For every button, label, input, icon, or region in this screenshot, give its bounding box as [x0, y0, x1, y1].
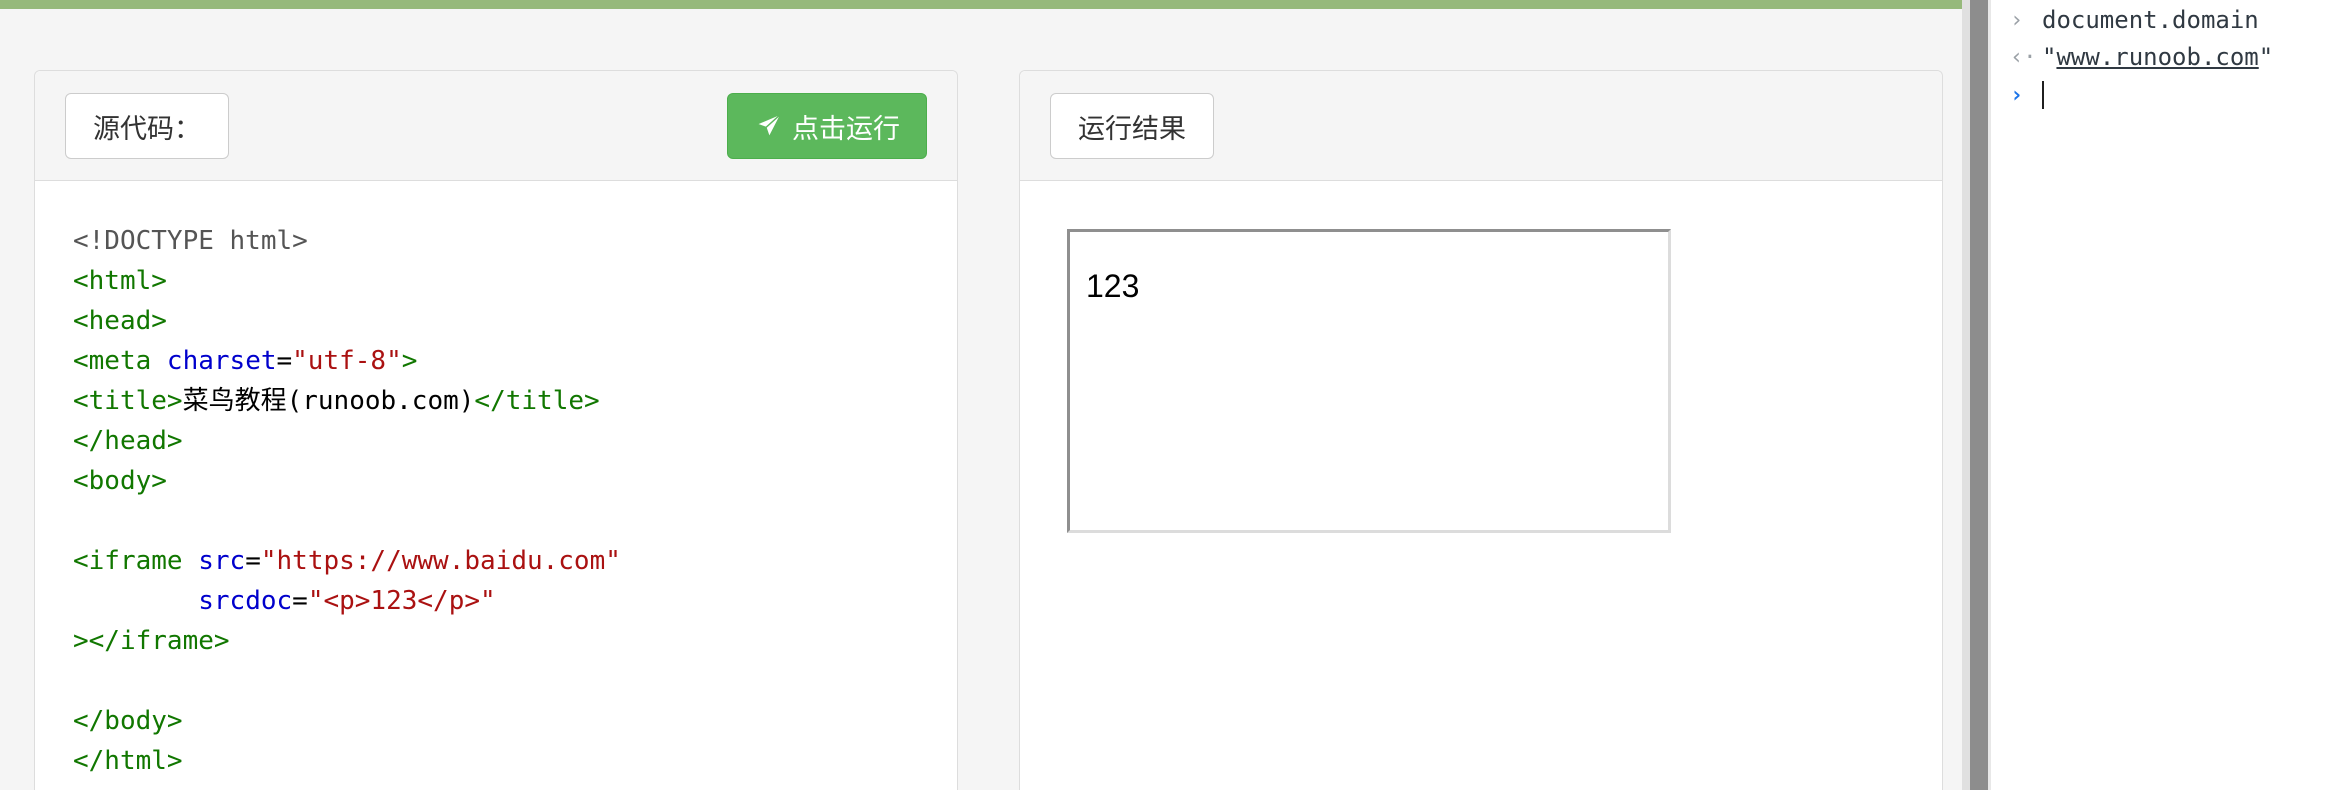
result-panel: 运行结果 123 [1019, 70, 1943, 790]
code-token: <html> [73, 266, 167, 296]
code-token: "<p>123</p>" [307, 586, 496, 616]
console-output: "www.runoob.com" [2042, 43, 2274, 71]
console-output-link[interactable]: www.runoob.com [2056, 43, 2258, 71]
console-command: document.domain [2042, 6, 2259, 34]
code-token: 菜鸟教程(runoob.com) [182, 386, 475, 416]
code-line: <html> [73, 261, 621, 301]
source-code-label: 源代码： [65, 93, 229, 159]
code-line: <title>菜鸟教程(runoob.com)</title> [73, 381, 621, 421]
result-label: 运行结果 [1050, 93, 1214, 159]
code-token: <title> [73, 386, 183, 416]
code-token: > [401, 346, 418, 376]
result-iframe[interactable]: 123 [1067, 229, 1671, 533]
console-caret [2042, 81, 2044, 109]
code-line: <!DOCTYPE html> [73, 221, 621, 261]
code-token: src [198, 546, 246, 576]
devtools-console [1988, 0, 2350, 790]
devtools-resize-handle[interactable] [1970, 0, 1988, 790]
source-code-editor[interactable]: <!DOCTYPE html> <html> <head> <meta charset… [73, 221, 621, 781]
code-token: <iframe [73, 546, 199, 576]
code-line: <iframe src="https://www.baidu.com" [73, 541, 621, 581]
devtools-divider [1988, 0, 1991, 790]
code-line: </body> [73, 701, 621, 741]
chevron-right-icon: › [2010, 7, 2024, 33]
return-arrow-icon: ‹· [2010, 44, 2037, 70]
code-token: <head> [73, 306, 167, 336]
code-token: = [276, 346, 293, 376]
code-token: srcdoc [198, 586, 293, 616]
code-token: </html> [73, 746, 183, 776]
code-token: </title> [474, 386, 600, 416]
code-token: </body> [73, 706, 183, 736]
code-token: <meta [73, 346, 167, 376]
console-prompt-line[interactable]: › [2010, 77, 2044, 113]
code-token: = [292, 586, 308, 616]
prompt-chevron-icon: › [2010, 82, 2024, 108]
source-code-panel: 源代码： 点击运行 <!DOCTYPE html> <html> <head> <me… [34, 70, 958, 790]
code-line: <meta charset="utf-8"> [73, 341, 621, 381]
code-token: </head> [73, 426, 183, 456]
result-panel-header: 运行结果 [1020, 71, 1942, 181]
code-token: "utf-8" [292, 346, 402, 376]
code-token: "https://www.baidu.com" [260, 546, 621, 576]
top-accent-bar [0, 0, 1962, 9]
code-token: <!DOCTYPE html> [73, 226, 308, 256]
code-line: ></iframe> [73, 621, 621, 661]
code-line: </html> [73, 741, 621, 781]
iframe-paragraph: 123 [1086, 268, 1140, 304]
console-input-line: › document.domain [2010, 2, 2259, 38]
code-line: </head> [73, 421, 621, 461]
code-line: <head> [73, 301, 621, 341]
code-token: charset [166, 346, 277, 376]
pane-splitter[interactable] [1962, 0, 1970, 790]
code-token: = [245, 546, 261, 576]
paper-plane-icon [755, 112, 783, 138]
source-panel-header: 源代码： 点击运行 [35, 71, 957, 181]
code-line: srcdoc="<p>123</p>" [73, 581, 621, 621]
code-token: ></iframe> [73, 626, 230, 656]
console-output-line: ‹· "www.runoob.com" [2010, 39, 2273, 75]
run-button-label: 点击运行 [792, 113, 900, 145]
code-token: <body> [73, 466, 167, 496]
code-line: <body> [73, 461, 621, 501]
run-button[interactable]: 点击运行 [727, 93, 927, 159]
